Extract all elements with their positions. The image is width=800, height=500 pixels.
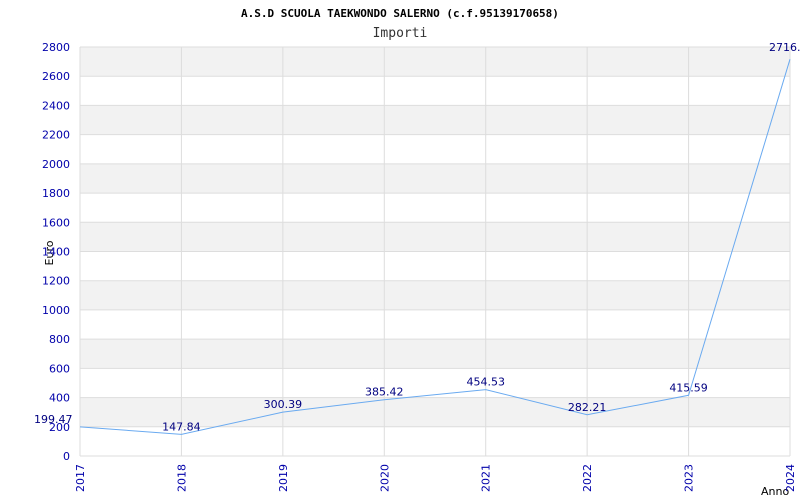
- data-label: 300.39: [264, 398, 303, 411]
- y-tick-label: 1000: [42, 304, 70, 317]
- data-label: 199.47: [34, 413, 73, 426]
- grid-band: [80, 280, 790, 310]
- y-tick-label: 400: [49, 392, 70, 405]
- x-tick-label: 2019: [277, 464, 290, 492]
- x-tick-label: 2024: [784, 464, 797, 492]
- y-tick-label: 2600: [42, 70, 70, 83]
- y-axis-ticks: 0200400600800100012001400160018002000220…: [42, 41, 70, 463]
- grid-band: [80, 47, 790, 77]
- x-tick-label: 2021: [480, 464, 493, 492]
- y-tick-label: 600: [49, 362, 70, 375]
- y-tick-label: 1200: [42, 275, 70, 288]
- grid-band: [80, 163, 790, 194]
- grid-band: [80, 222, 790, 252]
- data-label: 415.59: [669, 381, 708, 394]
- y-tick-label: 2400: [42, 99, 70, 112]
- data-label: 147.84: [162, 420, 201, 433]
- chart-title: A.S.D SCUOLA TAEKWONDO SALERNO (c.f.9513…: [241, 7, 559, 20]
- x-tick-label: 2018: [175, 464, 188, 492]
- x-tick-label: 2017: [74, 464, 87, 492]
- y-tick-label: 2200: [42, 129, 70, 142]
- x-axis-ticks: 2017 2018 2019 2020 2021 2022 2023 2024: [74, 464, 797, 492]
- x-tick-label: 2023: [683, 464, 696, 492]
- y-tick-label: 800: [49, 333, 70, 346]
- y-tick-label: 1400: [42, 246, 70, 259]
- data-label: 2716.6: [769, 41, 800, 54]
- data-label: 385.42: [365, 386, 404, 399]
- data-label: 454.53: [466, 376, 505, 389]
- grid-band: [80, 339, 790, 369]
- x-tick-label: 2022: [581, 464, 594, 492]
- data-label: 282.21: [568, 401, 607, 414]
- y-tick-label: 2800: [42, 41, 70, 54]
- y-tick-label: 0: [63, 450, 70, 463]
- grid-band: [80, 105, 790, 135]
- y-tick-label: 1600: [42, 216, 70, 229]
- chart-subtitle: Importi: [373, 26, 428, 41]
- y-tick-label: 2000: [42, 158, 70, 171]
- y-tick-label: 1800: [42, 187, 70, 200]
- x-tick-label: 2020: [378, 464, 391, 492]
- line-chart: A.S.D SCUOLA TAEKWONDO SALERNO (c.f.9513…: [34, 7, 800, 498]
